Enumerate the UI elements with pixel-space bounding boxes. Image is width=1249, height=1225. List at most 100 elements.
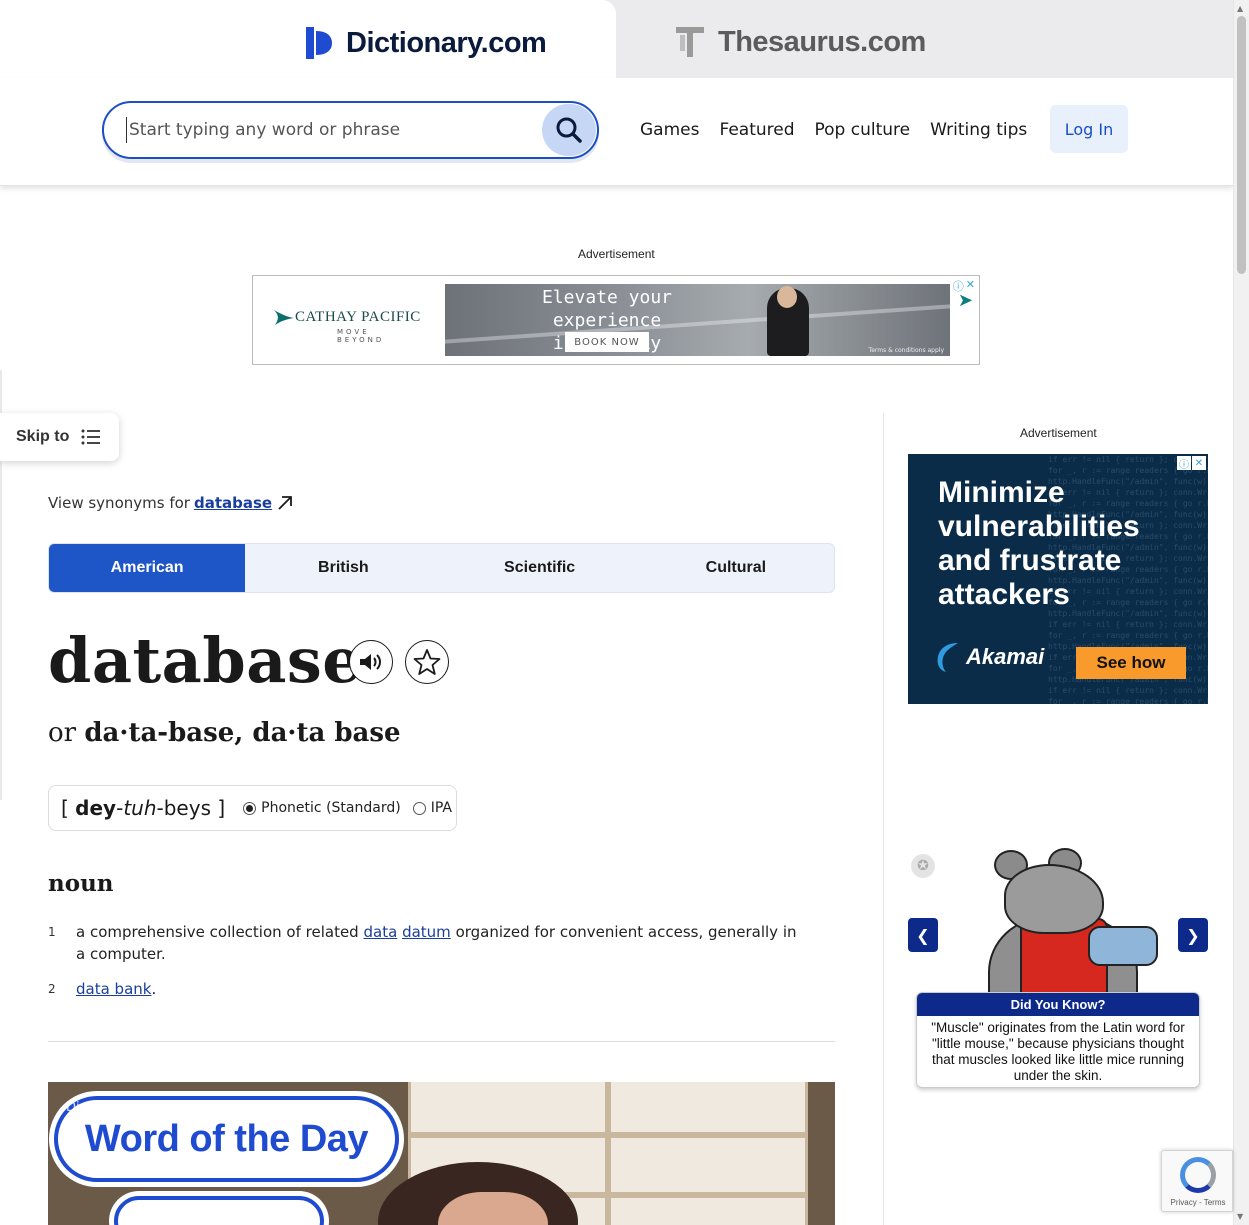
- ad-top-headline-1: Elevate your experience: [541, 287, 673, 331]
- ad-top-person-head: [777, 286, 797, 308]
- scroll-down-icon[interactable]: ▼: [1237, 1212, 1243, 1221]
- variants-text: da·ta-base, da·ta base: [84, 718, 401, 748]
- part-of-speech: noun: [48, 870, 114, 897]
- recaptcha-icon: [1180, 1157, 1216, 1193]
- pron-last: beys: [163, 796, 211, 820]
- rat-head: [1004, 864, 1104, 934]
- link-data-bank[interactable]: data bank: [76, 980, 151, 998]
- dictionary-tabs: American British Scientific Cultural: [48, 543, 835, 593]
- pron-open: [: [61, 796, 69, 820]
- radio-phonetic-label: Phonetic (Standard): [261, 800, 401, 816]
- main-nav: Games Featured Pop culture Writing tips: [640, 120, 1027, 140]
- ad-top-fine-print: Terms & conditions apply: [868, 347, 944, 354]
- definition-number: 2: [48, 982, 56, 996]
- search-input[interactable]: [126, 117, 526, 143]
- scroll-thumb[interactable]: [1237, 16, 1246, 274]
- dictionary-logo[interactable]: Dictionary.com: [302, 25, 547, 61]
- variant-spellings: or da·ta-base, da·ta base: [48, 718, 401, 748]
- ad-side-headline: Minimize vulnerabilities and frustrate a…: [938, 476, 1140, 611]
- see-how-button[interactable]: See how: [1076, 647, 1186, 679]
- akamai-brand: Akamai: [966, 644, 1045, 669]
- definition-text: data bank.: [76, 978, 808, 1000]
- column-divider: [883, 413, 884, 1225]
- pron-close: ]: [217, 796, 226, 820]
- audio-button[interactable]: [349, 640, 393, 684]
- word-of-the-day-video[interactable]: Word of the Day Dimfuzzle - Word of the …: [48, 1082, 835, 1225]
- list-icon: [81, 429, 101, 445]
- video-shelf: [408, 1132, 808, 1138]
- headword: database: [48, 624, 363, 697]
- rat-dumbbell: [1088, 926, 1158, 966]
- page-scrollbar[interactable]: ▲ ▼: [1233, 0, 1249, 1225]
- radio-ipa[interactable]: IPA: [412, 800, 452, 816]
- search-bar: [102, 101, 599, 159]
- tab-american[interactable]: American: [49, 544, 246, 592]
- definition-text: a comprehensive collection of related da…: [76, 921, 808, 965]
- radio-phonetic[interactable]: Phonetic (Standard): [243, 800, 401, 816]
- radio-phonetic-indicator[interactable]: [243, 801, 257, 815]
- pron-sep2: -: [156, 796, 164, 820]
- dictionary-brand-text: Dictionary.com: [346, 26, 547, 59]
- thesaurus-logo[interactable]: Thesaurus.com: [674, 25, 926, 59]
- tab-scientific[interactable]: Scientific: [442, 544, 638, 592]
- skip-to-button[interactable]: Skip to: [0, 413, 119, 461]
- recaptcha-text[interactable]: Privacy - Terms: [1162, 1198, 1234, 1207]
- pronunciation-box: [ dey-tuh-beys ] Phonetic (Standard) IPA: [48, 785, 457, 831]
- ad-side-controls: ⓘ ✕: [1177, 456, 1206, 471]
- chevron-left-icon: ❮: [916, 925, 930, 945]
- nav-pop-culture[interactable]: Pop culture: [815, 120, 911, 140]
- login-button[interactable]: Log In: [1050, 105, 1128, 153]
- did-you-know-card: Did You Know? "Muscle" originates from t…: [916, 992, 1200, 1088]
- chevron-right-icon: ❯: [1186, 925, 1200, 945]
- site-header: Games Featured Pop culture Writing tips …: [0, 78, 1233, 186]
- recaptcha-badge[interactable]: Privacy - Terms: [1161, 1150, 1233, 1212]
- nav-featured[interactable]: Featured: [719, 120, 794, 140]
- ad-banner-top[interactable]: CATHAY PACIFIC MOVE BEYOND Elevate your …: [252, 275, 980, 365]
- link-data[interactable]: data: [363, 923, 397, 941]
- tab-cultural[interactable]: Cultural: [638, 544, 834, 592]
- ad-info-icon[interactable]: ⓘ: [1177, 456, 1191, 471]
- nav-games[interactable]: Games: [640, 120, 699, 140]
- ad-banner-side[interactable]: if err != nil { return }; conn.Write(buf…: [908, 454, 1208, 704]
- brand-bar: Dictionary.com Thesaurus.com: [0, 0, 1233, 78]
- did-you-know-text: "Muscle" originates from the Latin word …: [931, 1020, 1185, 1083]
- word-of-the-day-sub-badge: [114, 1196, 324, 1225]
- carousel-prev-button[interactable]: ❮: [908, 918, 938, 952]
- pron-stressed: dey: [75, 796, 117, 820]
- speaker-icon: [360, 654, 381, 670]
- thesaurus-brand-text: Thesaurus.com: [718, 25, 926, 58]
- video-cabinet: [608, 1082, 808, 1225]
- radio-ipa-label: IPA: [430, 800, 452, 816]
- badge-star-icon[interactable]: ✪: [911, 854, 935, 878]
- tab-british[interactable]: British: [245, 544, 441, 592]
- variants-prefix: or: [48, 718, 77, 748]
- ad-label-side: Advertisement: [1020, 426, 1097, 440]
- search-icon: [556, 117, 582, 143]
- ad-close-icon[interactable]: ✕: [1192, 456, 1206, 470]
- external-arrow-icon[interactable]: [276, 494, 294, 512]
- view-synonyms: View synonyms for database: [48, 494, 294, 512]
- cathay-brand: CATHAY PACIFIC: [295, 308, 421, 325]
- scroll-up-icon[interactable]: ▲: [1237, 4, 1243, 13]
- definition-text-after: .: [151, 980, 157, 998]
- radio-ipa-indicator[interactable]: [412, 801, 426, 815]
- dictionary-logo-icon: [306, 27, 332, 59]
- cathay-logo: CATHAY PACIFIC MOVE BEYOND: [273, 308, 421, 344]
- ad-top-cta-button[interactable]: BOOK NOW: [565, 332, 649, 352]
- favorite-button[interactable]: [405, 640, 449, 684]
- cathay-small-icon: ➤: [957, 290, 973, 311]
- search-button[interactable]: [542, 104, 596, 156]
- ad-top-image: Elevate your experience in the sky BOOK …: [445, 284, 950, 356]
- nav-writing-tips[interactable]: Writing tips: [930, 120, 1027, 140]
- link-datum[interactable]: datum: [402, 923, 451, 941]
- definition-text-before: a comprehensive collection of related: [76, 923, 359, 941]
- did-you-know-title: Did You Know?: [917, 993, 1199, 1016]
- akamai-logo: Akamai: [934, 640, 1044, 674]
- definition-2: 2 data bank.: [48, 978, 808, 1000]
- synonyms-link[interactable]: database: [194, 494, 272, 512]
- skip-to-label: Skip to: [16, 428, 70, 445]
- synonyms-prefix: View synonyms for: [48, 494, 190, 512]
- did-you-know-widget: ✪ ❮ ❯ Did You Know? "Muscle" originates …: [908, 848, 1208, 1098]
- carousel-next-button[interactable]: ❯: [1178, 918, 1208, 952]
- video-caption: Dimfuzzle - Word of the Day: [66, 1100, 249, 1115]
